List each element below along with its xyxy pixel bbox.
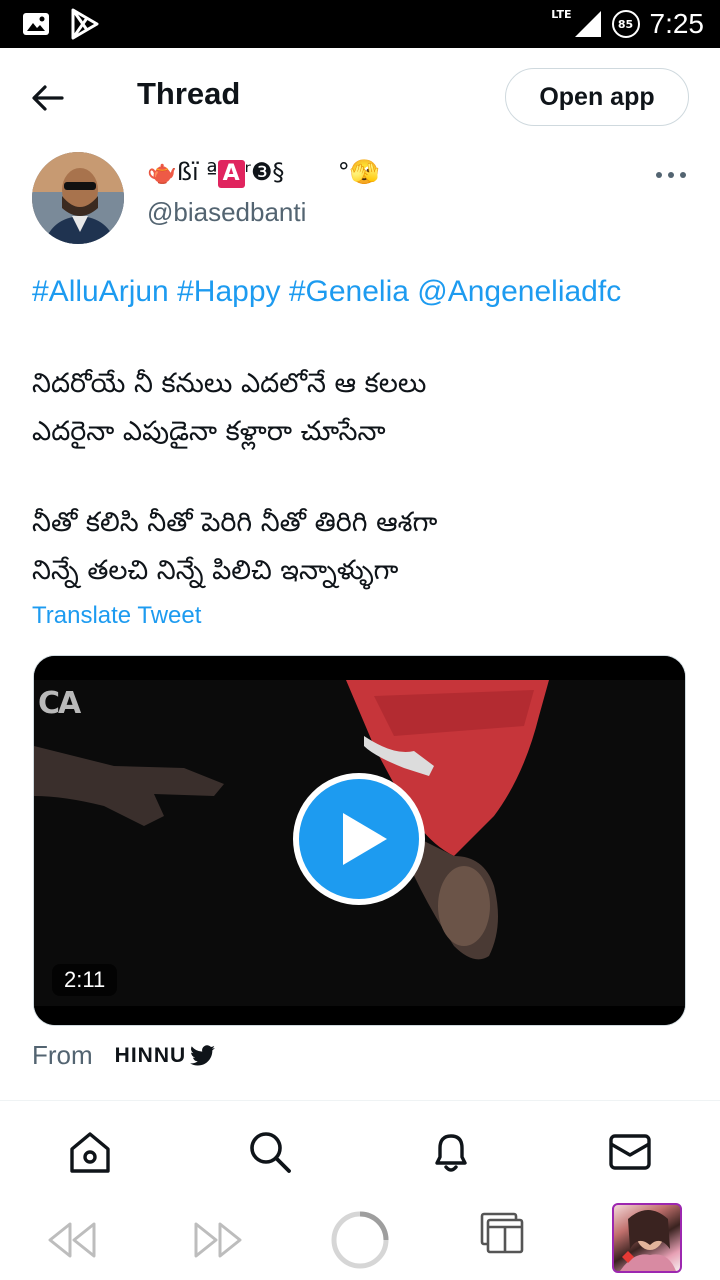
play-button[interactable] (293, 773, 425, 905)
source-account-name: HINNU (114, 1043, 187, 1067)
notifications-icon[interactable] (428, 1129, 474, 1175)
from-label: From (32, 1040, 93, 1070)
video-duration: 2:11 (52, 964, 118, 996)
play-icon (343, 813, 387, 865)
author-name-badge: A (217, 160, 245, 188)
network-type: LTE (551, 7, 572, 21)
tabs-icon[interactable] (480, 1212, 526, 1256)
hashtag-link[interactable]: #Happy (177, 275, 280, 308)
loading-icon[interactable] (330, 1210, 390, 1270)
page-title: Thread (137, 76, 241, 111)
back-arrow-icon[interactable] (30, 80, 66, 116)
translate-tweet-link[interactable]: Translate Tweet (32, 602, 201, 630)
tweet-line: ఎదరైనా ఎపుడైనా కళ్లారా చూసేనా (32, 416, 386, 447)
home-icon[interactable] (67, 1129, 113, 1175)
battery-indicator: 85 (611, 10, 640, 38)
fast-forward-icon[interactable] (192, 1220, 244, 1260)
bottom-navigation (0, 1100, 720, 1201)
tweet-line: నీతో కలిసి నీతో పెరిగి నీతో తిరిగి ఆశగా (32, 507, 438, 538)
tweet-line: నిదరోయే నీ కనులు ఎదలోనే ఆ కలలు (32, 368, 427, 399)
messages-icon[interactable] (607, 1129, 653, 1175)
battery-level: 85 (617, 17, 634, 31)
channel-watermark: CA (38, 686, 81, 721)
video-source: From HINNU (32, 1040, 216, 1071)
signal-icon (574, 11, 601, 37)
source-account-link[interactable]: HINNU (115, 1044, 217, 1068)
rewind-icon[interactable] (46, 1220, 98, 1260)
clock: 7:25 (649, 8, 705, 39)
author-name-suffix: ʳ❸§ (244, 158, 285, 186)
thumbnail-image (620, 1210, 676, 1271)
author-handle[interactable]: @biasedbanti (147, 197, 306, 228)
mention-link[interactable]: @Angeneliadfc (417, 275, 621, 308)
gallery-icon (23, 13, 49, 35)
status-bar: LTE 85 7:25 (0, 0, 720, 48)
avatar[interactable] (32, 152, 124, 244)
hashtag-link[interactable]: #Genelia (289, 275, 409, 308)
play-store-icon (71, 8, 99, 40)
page-thumbnail[interactable] (612, 1203, 682, 1273)
app-header: Thread Open app (0, 48, 720, 146)
author-name[interactable]: 🫖ßï ª Aʳ❸§ °🫣 (147, 158, 380, 188)
tweet-line: నిన్నే తలచి నిన్నే పిలిచి ఇన్నాళ్ళుగా (32, 555, 399, 586)
browser-toolbar (0, 1200, 720, 1280)
video-player[interactable]: CA 2:11 (33, 655, 686, 1026)
more-options-icon[interactable] (654, 162, 688, 188)
twitter-bird-icon (190, 1044, 216, 1066)
hashtag-link[interactable]: #AlluArjun (32, 275, 169, 308)
tweet-hashtags: #AlluArjun #Happy #Genelia @Angeneliadfc (32, 275, 621, 309)
author-name-prefix: 🫖ßï ª (147, 158, 218, 186)
search-icon[interactable] (247, 1129, 293, 1175)
author-name-emoji: °🫣 (337, 158, 380, 186)
open-app-button[interactable]: Open app (505, 68, 689, 126)
avatar-photo (32, 152, 124, 244)
